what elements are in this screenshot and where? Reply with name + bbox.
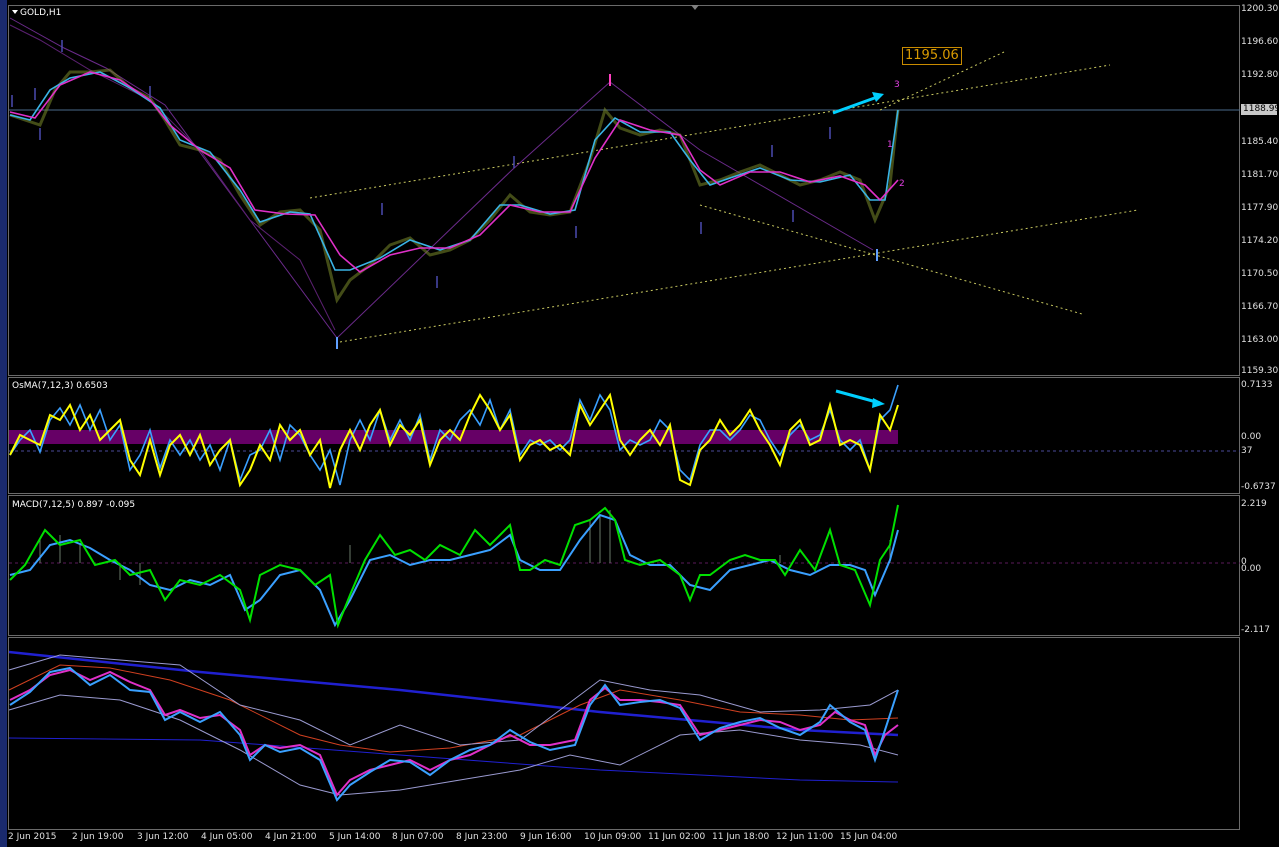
chart-drawing-layer bbox=[8, 17, 1240, 802]
